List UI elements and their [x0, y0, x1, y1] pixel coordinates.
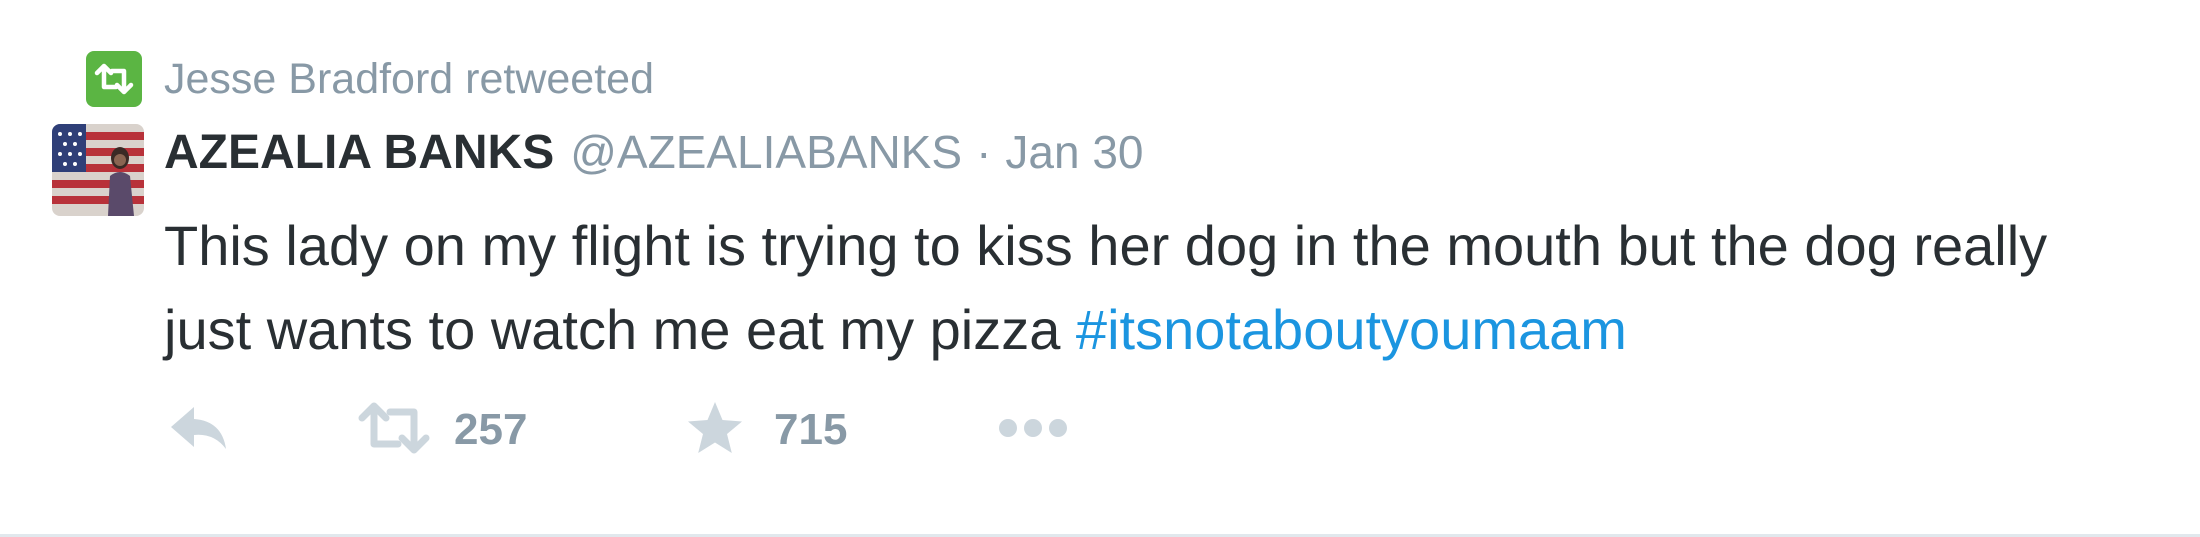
- separator: ·: [976, 126, 992, 178]
- tweet-date[interactable]: Jan 30: [1005, 125, 1143, 179]
- retweet-icon: [358, 402, 430, 459]
- hashtag-link[interactable]: #itsnotaboutyoumaam: [1076, 298, 1627, 361]
- tweet-header: AZEALIA BANKS @AZEALIABANKS · Jan 30: [164, 122, 1144, 182]
- avatar[interactable]: [52, 124, 144, 216]
- retweet-context-label[interactable]: Jesse Bradford retweeted: [164, 55, 654, 104]
- reply-icon: [168, 403, 230, 458]
- tweet-text: This lady on my flight is trying to kiss…: [164, 204, 2104, 372]
- author-handle[interactable]: @AZEALIABANKS: [570, 125, 962, 179]
- retweet-button[interactable]: 257: [358, 395, 527, 465]
- retweet-count: 257: [454, 405, 528, 454]
- tweet[interactable]: Jesse Bradford retweeted AZEALIA BANKS @…: [0, 0, 2200, 537]
- favorite-button[interactable]: 715: [686, 395, 847, 465]
- retweet-icon: [86, 51, 142, 107]
- more-icon: [996, 416, 1070, 445]
- reply-button[interactable]: [168, 395, 230, 465]
- favorite-count: 715: [774, 405, 848, 454]
- more-button[interactable]: [996, 395, 1070, 465]
- star-icon: [686, 400, 744, 461]
- retweet-context: Jesse Bradford retweeted: [86, 50, 654, 108]
- author-name[interactable]: AZEALIA BANKS: [164, 125, 554, 180]
